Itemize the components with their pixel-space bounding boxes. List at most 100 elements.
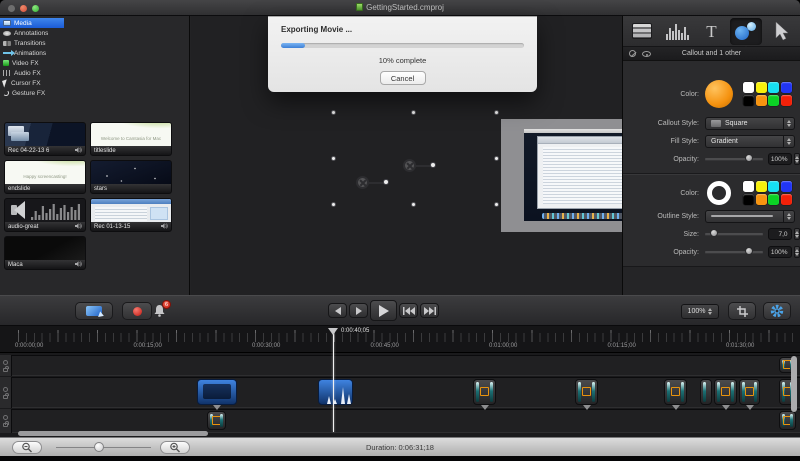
track-header[interactable] bbox=[0, 377, 12, 408]
callout-clip[interactable] bbox=[575, 379, 598, 405]
selection-handle[interactable] bbox=[331, 110, 336, 115]
tab-media-bin[interactable] bbox=[626, 18, 658, 45]
timeline-ruler[interactable]: 0:00:00;000:00:15;000:00:30;000:00:45;00… bbox=[0, 326, 800, 353]
color-swatch[interactable] bbox=[756, 82, 767, 93]
color-swatch[interactable] bbox=[781, 194, 792, 205]
track-visibility-icon[interactable] bbox=[3, 415, 8, 420]
fill-style-select[interactable]: Gradient bbox=[705, 135, 795, 148]
color-swatch[interactable] bbox=[781, 82, 792, 93]
color-swatch[interactable] bbox=[768, 194, 779, 205]
media-item-rec-04-22-13-6[interactable]: Rec 04-22-13 6 bbox=[4, 122, 86, 156]
outline-size-slider[interactable] bbox=[705, 229, 763, 239]
settings-button[interactable] bbox=[763, 302, 791, 320]
media-item-titleslide[interactable]: Welcome to Camtasia for Mactitleslide bbox=[90, 122, 172, 156]
track-header[interactable] bbox=[0, 355, 12, 376]
selection-handle[interactable] bbox=[411, 110, 416, 115]
outline-opacity-value[interactable]: 100% bbox=[768, 246, 792, 258]
jump-to-start-button[interactable] bbox=[399, 303, 418, 318]
playhead-line[interactable] bbox=[333, 334, 334, 432]
notifications-button[interactable]: 6 bbox=[153, 304, 167, 318]
timeline-vertical-scrollbar[interactable] bbox=[791, 356, 797, 412]
track-visibility-icon[interactable] bbox=[3, 360, 8, 365]
selection-handle[interactable] bbox=[331, 202, 336, 207]
jump-to-end-button[interactable] bbox=[420, 303, 439, 318]
playhead-marker[interactable] bbox=[328, 328, 338, 335]
tab-text[interactable]: T bbox=[695, 18, 727, 45]
media-item-rec-01-13-15[interactable]: Rec 01-13-15 bbox=[90, 198, 172, 232]
callout-clip[interactable] bbox=[714, 379, 737, 405]
visibility-icon[interactable] bbox=[642, 51, 651, 57]
color-swatch[interactable] bbox=[743, 181, 754, 192]
selection-handle[interactable] bbox=[494, 156, 499, 161]
callout-clip[interactable] bbox=[207, 411, 226, 430]
color-swatch[interactable] bbox=[781, 181, 792, 192]
value-stepper-icon[interactable] bbox=[794, 246, 800, 258]
track-header[interactable] bbox=[0, 409, 12, 433]
fill-color-well[interactable] bbox=[705, 80, 733, 108]
color-swatch[interactable] bbox=[756, 181, 767, 192]
color-swatch[interactable] bbox=[756, 194, 767, 205]
callout-handle[interactable] bbox=[383, 179, 389, 185]
sidebar-item-annotations[interactable]: Annotations bbox=[0, 28, 64, 38]
sidebar-item-cursor-fx[interactable]: Cursor FX bbox=[0, 78, 64, 88]
timeline-track[interactable] bbox=[0, 355, 800, 376]
selection-handle[interactable] bbox=[494, 202, 499, 207]
callout-marker[interactable] bbox=[403, 159, 416, 172]
add-media-button[interactable] bbox=[75, 302, 113, 320]
canvas-zoom-select[interactable]: 100% bbox=[681, 304, 719, 319]
timeline-track[interactable] bbox=[0, 409, 800, 433]
video-clip[interactable] bbox=[318, 379, 353, 405]
callout-style-select[interactable]: Square bbox=[705, 117, 795, 130]
callout-marker[interactable] bbox=[356, 176, 369, 189]
media-item-stars[interactable]: stars bbox=[90, 160, 172, 194]
fill-opacity-slider[interactable] bbox=[705, 154, 763, 164]
fill-opacity-value[interactable]: 100% bbox=[768, 153, 792, 165]
outline-style-select[interactable] bbox=[705, 210, 795, 223]
color-swatch[interactable] bbox=[768, 95, 779, 106]
track-lock-icon[interactable] bbox=[3, 423, 8, 427]
color-swatch[interactable] bbox=[768, 181, 779, 192]
sidebar-item-gesture-fx[interactable]: Gesture FX bbox=[0, 88, 64, 98]
sidebar-item-media[interactable]: Media bbox=[0, 18, 64, 28]
sidebar-item-transitions[interactable]: Transitions bbox=[0, 38, 64, 48]
callout-clip[interactable] bbox=[739, 379, 760, 405]
crop-button[interactable] bbox=[728, 302, 756, 320]
sidebar-item-video-fx[interactable]: Video FX bbox=[0, 58, 64, 68]
sidebar-item-animations[interactable]: Animations bbox=[0, 48, 64, 58]
track-lock-icon[interactable] bbox=[3, 368, 8, 372]
color-swatch[interactable] bbox=[743, 95, 754, 106]
color-swatch[interactable] bbox=[781, 95, 792, 106]
callout-clip[interactable] bbox=[779, 411, 796, 430]
callout-clip[interactable] bbox=[664, 379, 687, 405]
value-stepper-icon[interactable] bbox=[794, 228, 800, 240]
callout-clip[interactable] bbox=[700, 379, 712, 405]
track-visibility-icon[interactable] bbox=[3, 387, 8, 392]
media-item-endslide[interactable]: Happy screencasting!endslide bbox=[4, 160, 86, 194]
outline-color-well[interactable] bbox=[707, 181, 731, 205]
value-stepper-icon[interactable] bbox=[794, 153, 800, 165]
prohibit-icon[interactable] bbox=[629, 50, 636, 57]
color-swatch[interactable] bbox=[743, 82, 754, 93]
media-item-audio-great[interactable]: audio-great bbox=[4, 198, 86, 232]
track-lock-icon[interactable] bbox=[3, 395, 8, 399]
outline-size-value[interactable]: 7,0 bbox=[768, 228, 792, 240]
outline-opacity-slider[interactable] bbox=[705, 247, 763, 257]
media-item-maca[interactable]: Maca bbox=[4, 236, 86, 270]
selection-handle[interactable] bbox=[411, 202, 416, 207]
tab-cursor[interactable] bbox=[765, 18, 797, 45]
callout-clip[interactable] bbox=[473, 379, 496, 405]
tab-audio[interactable] bbox=[661, 18, 693, 45]
play-button[interactable] bbox=[370, 300, 397, 321]
cancel-button[interactable]: Cancel bbox=[380, 71, 426, 85]
video-clip[interactable] bbox=[197, 379, 237, 405]
step-forward-button[interactable] bbox=[349, 303, 368, 318]
tab-callout[interactable] bbox=[730, 18, 762, 45]
step-back-button[interactable] bbox=[328, 303, 347, 318]
record-button[interactable] bbox=[122, 302, 152, 320]
color-swatch[interactable] bbox=[756, 95, 767, 106]
sidebar-item-audio-fx[interactable]: Audio FX bbox=[0, 68, 64, 78]
selection-handle[interactable] bbox=[331, 156, 336, 161]
color-swatch[interactable] bbox=[768, 82, 779, 93]
callout-handle[interactable] bbox=[430, 162, 436, 168]
timeline-horizontal-scrollbar[interactable] bbox=[18, 431, 208, 436]
